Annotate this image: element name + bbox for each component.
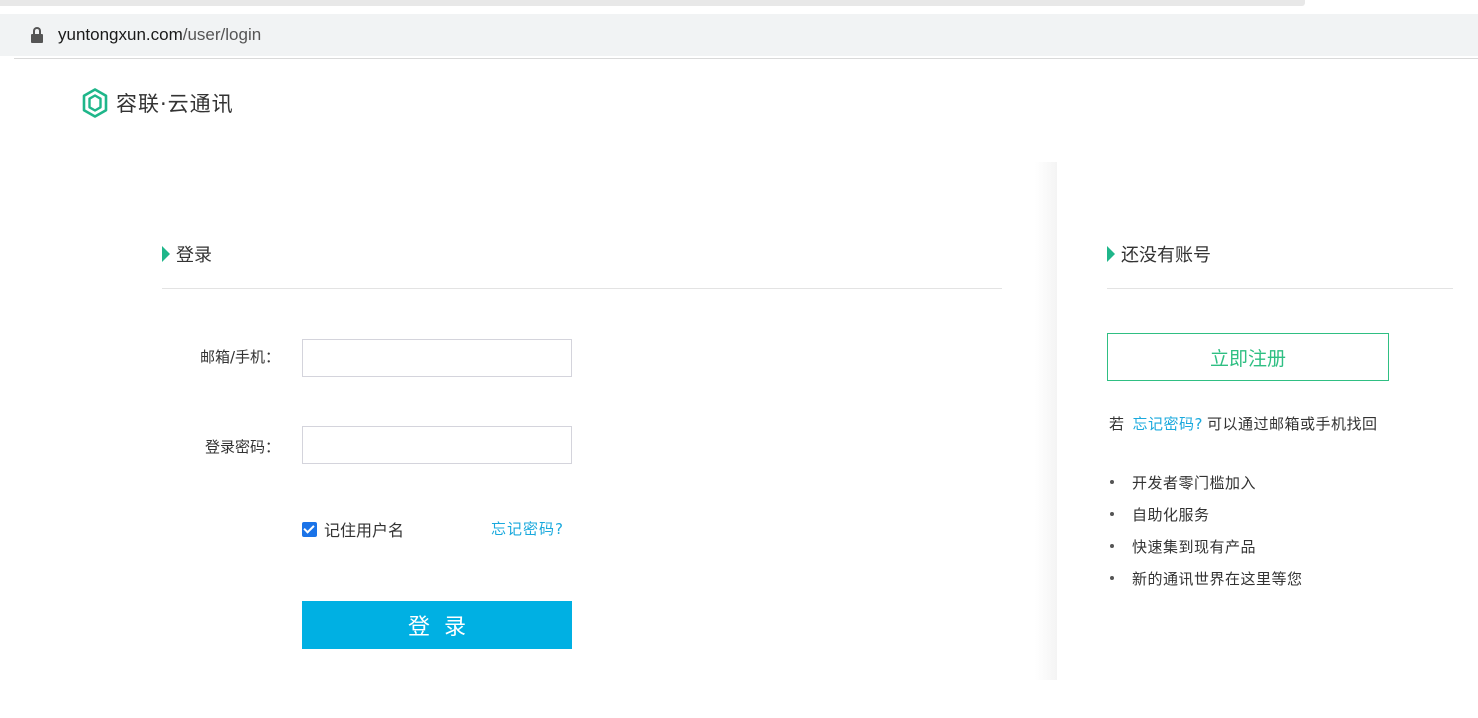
url-text[interactable]: yuntongxun.com/user/login [58,25,261,45]
login-title: 登录 [176,245,212,266]
triangle-marker-icon [162,246,170,262]
password-label: 登录密码： [204,438,280,456]
list-item: 快速集到现有产品 [1107,530,1303,562]
list-item: 新的通讯世界在这里等您 [1107,562,1303,594]
signup-section-title: 还没有账号 [1107,241,1211,267]
logo-text: 容联·云通讯 [116,92,234,116]
remember-checkbox[interactable] [302,521,317,537]
bullet-icon [1110,544,1114,548]
hexagon-logo-icon [82,88,108,118]
site-logo[interactable]: 容联·云通讯 [82,88,234,118]
signup-title: 还没有账号 [1121,245,1211,266]
benefit-text: 自助化服务 [1132,505,1210,524]
browser-top-strip [0,0,1305,6]
benefit-text: 快速集到现有产品 [1132,537,1257,556]
chrome-divider [14,58,1478,59]
address-bar[interactable]: yuntongxun.com/user/login [0,14,1478,56]
url-path: /user/login [182,25,262,44]
register-button[interactable]: 立即注册 [1107,333,1389,381]
email-field[interactable] [302,339,572,377]
remember-label: 记住用户名 [324,521,405,540]
panel-divider [1035,162,1057,680]
bullet-icon [1110,576,1114,580]
signup-divider [1107,288,1453,289]
email-label: 邮箱/手机： [199,348,280,366]
bullet-icon [1110,512,1114,516]
bullet-icon [1110,480,1114,484]
list-item: 开发者零门槛加入 [1107,466,1303,498]
login-button[interactable]: 登录 [302,601,572,649]
login-divider [162,288,1002,289]
list-item: 自助化服务 [1107,498,1303,530]
benefit-text: 开发者零门槛加入 [1132,473,1257,492]
lock-icon[interactable] [30,26,44,44]
url-host: yuntongxun.com [58,25,183,44]
benefit-text: 新的通讯世界在这里等您 [1132,569,1303,588]
hint-suffix: 可以通过邮箱或手机找回 [1206,415,1378,433]
forgot-password-link[interactable]: 忘记密码? [491,518,564,539]
remember-username[interactable]: 记住用户名 [302,517,404,541]
password-field[interactable] [302,426,572,464]
triangle-marker-icon [1107,246,1115,262]
hint-prefix: 若 [1109,415,1125,433]
recovery-hint: 若忘记密码? 可以通过邮箱或手机找回 [1109,413,1378,434]
login-section-title: 登录 [162,241,212,267]
benefits-list: 开发者零门槛加入 自助化服务 快速集到现有产品 新的通讯世界在这里等您 [1107,466,1303,594]
hint-forgot-link[interactable]: 忘记密码? [1133,415,1203,433]
